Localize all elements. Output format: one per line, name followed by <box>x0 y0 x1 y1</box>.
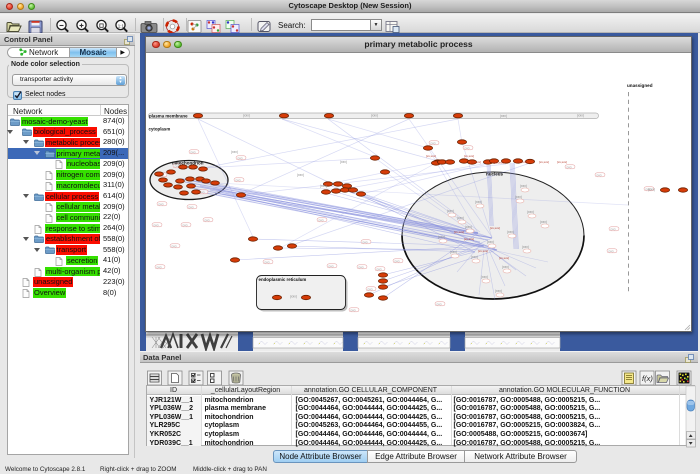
svg-text:[xx,xxx]: [xx,xxx] <box>499 256 509 260</box>
svg-text:(xx): (xx) <box>609 249 614 253</box>
svg-text:(xxx): (xxx) <box>507 230 514 234</box>
svg-text:(xx): (xx) <box>238 156 243 160</box>
svg-text:(xx): (xx) <box>351 308 356 312</box>
svg-text:unassigned: unassigned <box>627 83 653 88</box>
svg-text:(xx): (xx) <box>157 265 162 269</box>
svg-text:(xxx): (xxx) <box>481 275 488 279</box>
svg-text:(xxx): (xxx) <box>502 265 509 269</box>
svg-text:(xx): (xx) <box>395 259 400 263</box>
svg-text:[xx,xxx]: [xx,xxx] <box>494 161 504 165</box>
svg-text:(xx): (xx) <box>236 178 241 182</box>
svg-text:(xxx): (xxx) <box>487 240 494 244</box>
svg-text:(xx): (xx) <box>189 205 194 209</box>
svg-text:(xx): (xx) <box>159 202 164 206</box>
svg-text:(xxx): (xxx) <box>371 114 378 118</box>
svg-text:(xxx): (xxx) <box>471 255 478 259</box>
svg-text:1:1: 1:1 <box>118 23 125 28</box>
svg-text:(xxx): (xxx) <box>340 160 347 164</box>
svg-text:[xx,xxx]: [xx,xxx] <box>490 226 500 230</box>
svg-text:(xxx): (xxx) <box>577 114 584 118</box>
svg-text:[xx,xxx]: [xx,xxx] <box>464 154 474 158</box>
svg-text:cytoplasm: cytoplasm <box>149 127 171 132</box>
svg-text:[xx,xxx]: [xx,xxx] <box>426 154 436 158</box>
svg-text:plasma membrane: plasma membrane <box>149 114 188 119</box>
svg-text:(xxx): (xxx) <box>475 200 482 204</box>
svg-text:[xx,xxx]: [xx,xxx] <box>464 237 474 241</box>
svg-text:(xx): (xx) <box>191 150 196 154</box>
svg-text:[xx,xxx]: [xx,xxx] <box>557 160 567 164</box>
svg-text:(xx): (xx) <box>567 165 572 169</box>
svg-text:(xxx): (xxx) <box>500 114 507 118</box>
svg-text:(xx): (xx) <box>465 146 470 150</box>
svg-text:(xxx): (xxx) <box>527 210 534 214</box>
svg-text:(xx): (xx) <box>183 223 188 227</box>
svg-text:(xxx): (xxx) <box>520 184 527 188</box>
svg-text:[xx,xxx]: [xx,xxx] <box>471 160 481 164</box>
svg-text:(xxx): (xxx) <box>465 225 472 229</box>
svg-text:(xx): (xx) <box>431 141 436 145</box>
svg-text:(xxx): (xxx) <box>231 150 238 154</box>
svg-text:(xxx): (xxx) <box>495 289 502 293</box>
svg-text:(xx): (xx) <box>437 302 442 306</box>
svg-text:f(x): f(x) <box>642 374 653 383</box>
svg-text:(xx): (xx) <box>363 240 368 244</box>
svg-text:(xx): (xx) <box>329 264 334 268</box>
svg-text:(xx): (xx) <box>377 267 382 271</box>
svg-text:(xxx): (xxx) <box>457 216 464 220</box>
svg-text:(xxx): (xxx) <box>243 114 250 118</box>
svg-text:(xx): (xx) <box>265 260 270 264</box>
svg-text:(xxx): (xxx) <box>320 184 327 188</box>
svg-text:(xxx): (xxx) <box>450 250 457 254</box>
svg-text:(xx): (xx) <box>611 227 616 231</box>
svg-text:[xx,xxx]: [xx,xxx] <box>478 249 488 253</box>
svg-text:[xx,xxx]: [xx,xxx] <box>454 230 464 234</box>
svg-text:(xxx): (xxx) <box>447 209 454 213</box>
svg-text:(xxx): (xxx) <box>515 195 522 199</box>
svg-text:(xxx): (xxx) <box>648 188 655 192</box>
svg-text:(xx): (xx) <box>359 265 364 269</box>
svg-text:(xxx): (xxx) <box>297 173 304 177</box>
svg-text:(xx): (xx) <box>368 287 373 291</box>
svg-text:[xx,xxx]: [xx,xxx] <box>517 160 527 164</box>
svg-text:(xx): (xx) <box>205 218 210 222</box>
svg-text:(xxx): (xxx) <box>540 220 547 224</box>
svg-text:(xx): (xx) <box>597 173 602 177</box>
svg-text:(xx): (xx) <box>172 244 177 248</box>
svg-text:(xx): (xx) <box>319 218 324 222</box>
svg-text:nucleus: nucleus <box>486 172 504 177</box>
svg-text:(xx): (xx) <box>154 223 159 227</box>
svg-text:mitochondrion: mitochondrion <box>172 161 204 166</box>
svg-text:(xxx): (xxx) <box>290 295 297 299</box>
svg-text:(xxx): (xxx) <box>522 245 529 249</box>
svg-text:(xxx): (xxx) <box>438 235 445 239</box>
svg-text:[xx,xxx]: [xx,xxx] <box>539 160 549 164</box>
svg-text:endoplasmic reticulum: endoplasmic reticulum <box>259 277 307 282</box>
